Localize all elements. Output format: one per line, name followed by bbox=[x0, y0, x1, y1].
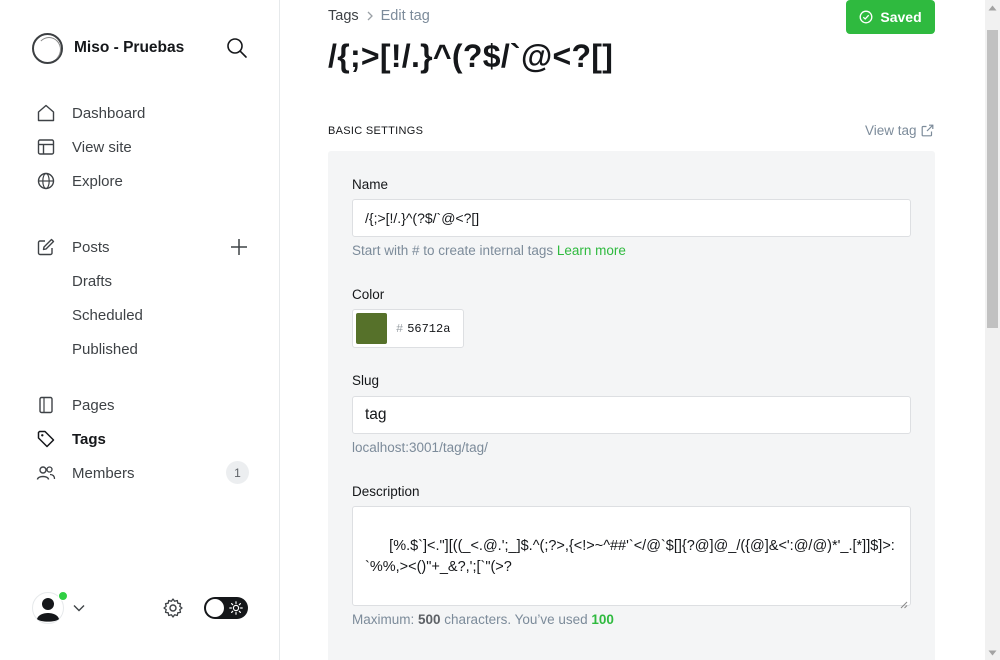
page-title: /{;>[!/.}^(?$/`@<?[] bbox=[328, 38, 614, 74]
slug-input[interactable]: tag bbox=[352, 396, 911, 434]
max-label: Maximum: bbox=[352, 612, 419, 627]
sidebar: Miso - Pruebas Dashboard View site Explo… bbox=[0, 0, 280, 660]
color-label: Color bbox=[352, 287, 385, 302]
sidebar-item-posts[interactable]: Posts bbox=[36, 235, 110, 259]
members-count-badge: 1 bbox=[226, 461, 249, 484]
breadcrumb: Tags Edit tag bbox=[328, 8, 430, 24]
site-logo-icon bbox=[32, 32, 63, 64]
learn-more-link[interactable]: Learn more bbox=[557, 243, 626, 258]
color-swatch[interactable] bbox=[356, 313, 387, 344]
sidebar-item-view-site[interactable]: View site bbox=[36, 135, 132, 159]
globe-icon bbox=[36, 171, 56, 191]
edit-icon bbox=[36, 237, 56, 257]
gear-icon[interactable] bbox=[162, 597, 184, 619]
sidebar-item-label: Explore bbox=[72, 172, 123, 190]
check-circle-icon bbox=[859, 10, 873, 24]
members-icon bbox=[36, 463, 56, 483]
tag-icon bbox=[36, 429, 56, 449]
scrollbar-thumb[interactable] bbox=[987, 30, 998, 328]
sidebar-item-drafts[interactable]: Drafts bbox=[72, 269, 112, 293]
new-post-plus-icon[interactable] bbox=[228, 236, 250, 258]
sidebar-item-label: Pages bbox=[72, 396, 115, 414]
color-hex-input[interactable]: 56712a bbox=[407, 322, 450, 336]
name-input[interactable]: /{;>[!/.}^(?$/`@<?[] bbox=[352, 199, 911, 237]
sidebar-item-label: Members bbox=[72, 464, 135, 482]
user-menu[interactable] bbox=[32, 591, 86, 624]
avatar bbox=[32, 591, 68, 624]
chevron-right-icon bbox=[366, 9, 374, 24]
vertical-scrollbar[interactable] bbox=[985, 0, 1000, 660]
page-icon bbox=[36, 395, 56, 415]
scroll-up-arrow-icon[interactable] bbox=[985, 0, 1000, 15]
hash-symbol: # bbox=[396, 321, 404, 336]
online-status-icon bbox=[58, 591, 68, 601]
sidebar-item-explore[interactable]: Explore bbox=[36, 169, 123, 193]
sidebar-item-members[interactable]: Members bbox=[36, 461, 135, 485]
save-button-label: Saved bbox=[880, 9, 922, 25]
color-picker[interactable]: # 56712a bbox=[352, 309, 464, 348]
sidebar-item-label: Tags bbox=[72, 430, 106, 448]
external-link-icon bbox=[921, 124, 933, 137]
breadcrumb-tags-link[interactable]: Tags bbox=[328, 8, 359, 24]
character-count: Maximum: 500 characters. You’ve used 100 bbox=[352, 612, 614, 627]
sidebar-item-label: Posts bbox=[72, 238, 110, 256]
main-content: Tags Edit tag /{;>[!/.}^(?$/`@<?[] Saved… bbox=[280, 0, 985, 660]
chevron-down-icon bbox=[72, 601, 86, 615]
brand[interactable]: Miso - Pruebas bbox=[32, 32, 184, 64]
scroll-down-arrow-icon[interactable] bbox=[985, 645, 1000, 660]
view-tag-label: View tag bbox=[865, 123, 917, 138]
sidebar-item-scheduled[interactable]: Scheduled bbox=[72, 303, 143, 327]
name-help-text: Start with # to create internal tags bbox=[352, 243, 557, 258]
home-icon bbox=[36, 103, 56, 123]
layout-icon bbox=[36, 137, 56, 157]
description-textarea[interactable]: [%.$`]<."][((_<.@.';_]$.^(;?>,{<!>~^##'`… bbox=[352, 506, 911, 609]
resize-handle-icon[interactable] bbox=[900, 595, 908, 609]
description-label: Description bbox=[352, 484, 420, 499]
sidebar-item-pages[interactable]: Pages bbox=[36, 393, 115, 417]
theme-toggle[interactable] bbox=[204, 597, 248, 619]
sidebar-item-tags[interactable]: Tags bbox=[36, 427, 106, 451]
save-button[interactable]: Saved bbox=[846, 0, 935, 34]
slug-label: Slug bbox=[352, 373, 380, 388]
slug-url: localhost:3001/tag/tag/ bbox=[352, 440, 488, 455]
description-text: [%.$`]<."][((_<.@.';_]$.^(;?>,{<!>~^##'`… bbox=[365, 538, 895, 575]
sun-icon bbox=[229, 601, 243, 615]
name-help: Start with # to create internal tags Lea… bbox=[352, 243, 626, 258]
toggle-knob bbox=[206, 599, 224, 617]
sidebar-item-label: Scheduled bbox=[72, 306, 143, 324]
sidebar-item-label: Drafts bbox=[72, 272, 113, 290]
section-title: BASIC SETTINGS bbox=[328, 125, 424, 137]
used-value: 100 bbox=[591, 612, 614, 627]
sidebar-item-label: Published bbox=[72, 340, 138, 358]
used-label: characters. You’ve used bbox=[440, 612, 592, 627]
search-icon[interactable] bbox=[226, 37, 248, 59]
sidebar-item-label: View site bbox=[72, 138, 132, 156]
basic-settings-panel: Name /{;>[!/.}^(?$/`@<?[] Start with # t… bbox=[328, 151, 935, 660]
max-value: 500 bbox=[418, 612, 441, 627]
breadcrumb-current: Edit tag bbox=[380, 8, 430, 24]
name-label: Name bbox=[352, 177, 389, 192]
view-tag-link[interactable]: View tag bbox=[865, 123, 934, 138]
site-name: Miso - Pruebas bbox=[74, 39, 185, 56]
sidebar-item-published[interactable]: Published bbox=[72, 337, 138, 361]
sidebar-item-dashboard[interactable]: Dashboard bbox=[36, 101, 145, 125]
sidebar-item-label: Dashboard bbox=[72, 104, 146, 122]
